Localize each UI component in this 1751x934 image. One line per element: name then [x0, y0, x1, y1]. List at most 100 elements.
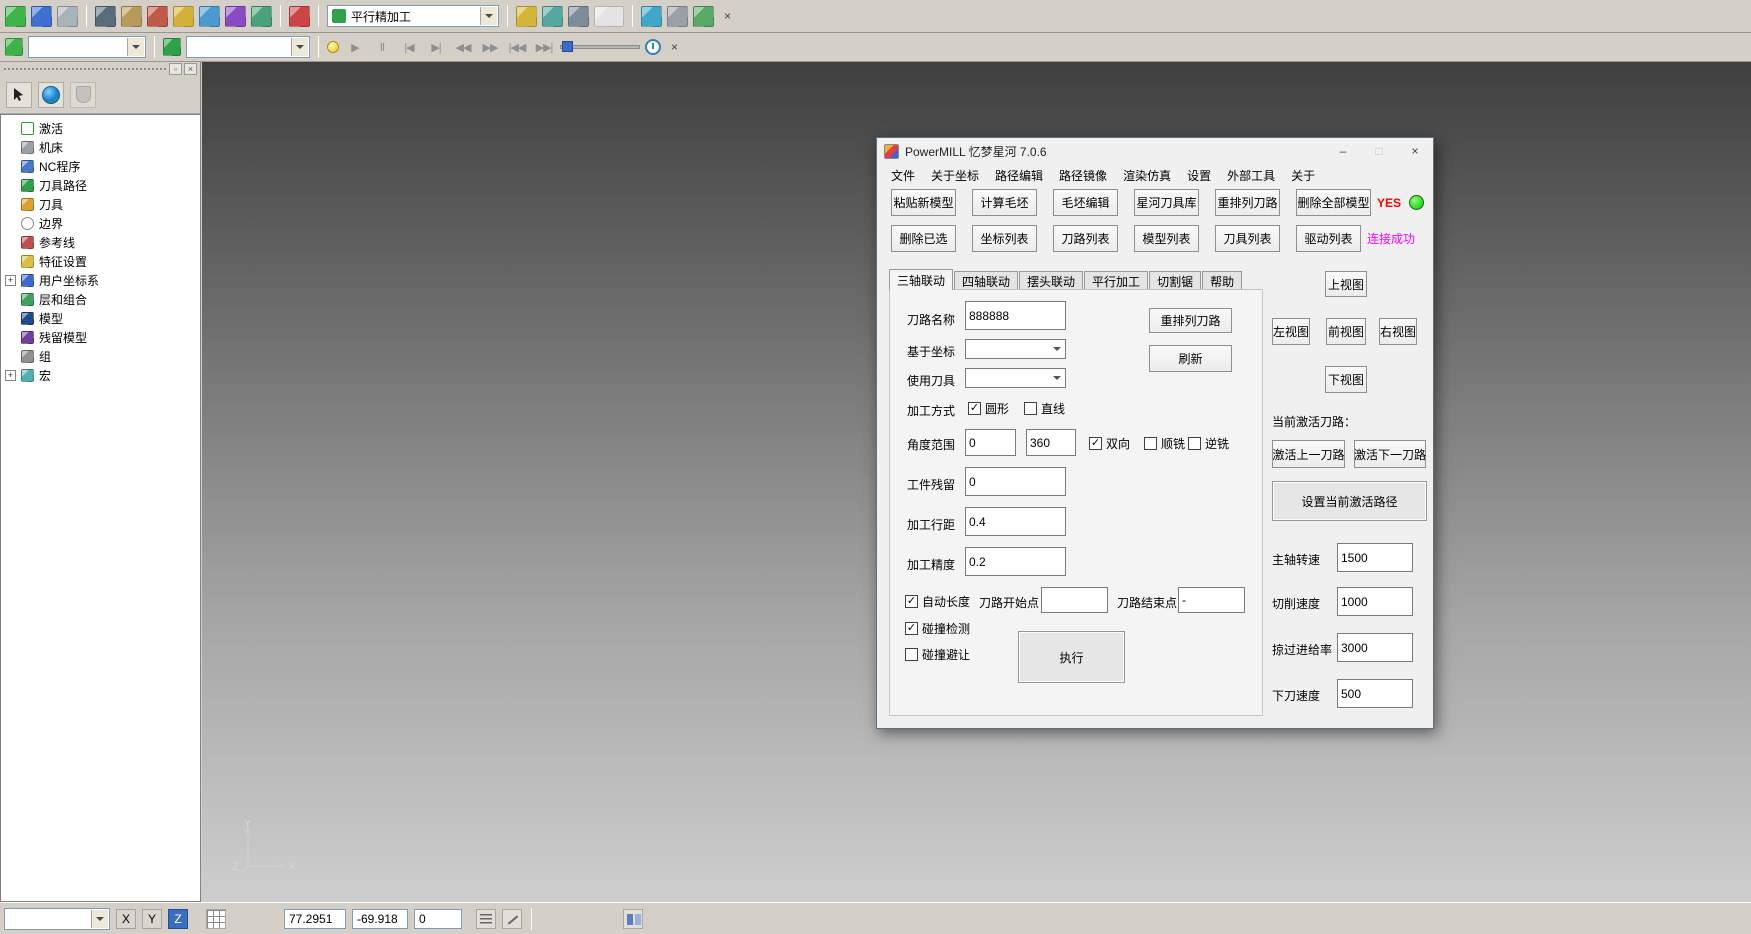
nc-program-combobox[interactable] [28, 36, 146, 58]
refresh-button[interactable]: 刷新 [1149, 345, 1232, 372]
stock-edit-button[interactable]: 毛坯编辑 [1053, 189, 1118, 216]
stats-icon[interactable] [641, 6, 662, 27]
tree-item-feature-sets[interactable]: 特征设置 [1, 252, 200, 271]
combo-arrow-icon[interactable] [480, 7, 497, 25]
stock-allowance-input[interactable] [965, 467, 1066, 496]
calculator-icon[interactable] [594, 6, 624, 27]
end-point-input[interactable] [1178, 587, 1245, 613]
execute-button[interactable]: 执行 [1018, 631, 1125, 683]
collision-avoid-checkbox[interactable]: 碰撞避让 [905, 646, 970, 663]
save-icon[interactable] [31, 6, 52, 27]
go-to-end-button[interactable]: ▶▶| [533, 37, 555, 57]
checkbox-box[interactable] [905, 595, 918, 608]
dialog-titlebar[interactable]: PowerMILL 忆梦星河 7.0.6 – □ × [877, 138, 1433, 164]
pillar-icon[interactable] [121, 6, 142, 27]
delete-all-models-button[interactable]: 删除全部模型 [1296, 189, 1371, 216]
panel-float-icon[interactable]: ▫ [169, 63, 182, 75]
tree-item-macros[interactable]: + 宏 [1, 366, 200, 385]
pencil-icon[interactable] [502, 909, 522, 929]
checkbox-box[interactable] [968, 402, 981, 415]
rewind-button[interactable]: ◀◀ [452, 37, 474, 57]
printer-icon[interactable] [57, 6, 78, 27]
tree-item-models[interactable]: 模型 [1, 309, 200, 328]
checkbox-box[interactable] [1024, 402, 1037, 415]
slider-thumb[interactable] [562, 41, 573, 52]
coordinate-y-field[interactable]: -69.918 [352, 909, 408, 929]
tab-parallel[interactable]: 平行加工 [1084, 271, 1148, 290]
tree-item-boundaries[interactable]: 边界 [1, 214, 200, 233]
menu-path-mirror[interactable]: 路径镜像 [1051, 164, 1115, 186]
step-back-button[interactable]: |◀ [398, 37, 420, 57]
line-checkbox[interactable]: 直线 [1024, 400, 1065, 417]
globe-button[interactable] [38, 82, 64, 108]
checkbox-box[interactable] [905, 648, 918, 661]
binoculars-icon[interactable] [693, 6, 714, 27]
panels-icon[interactable] [623, 909, 643, 929]
paste-new-model-button[interactable]: 粘贴新模型 [891, 189, 956, 216]
go-to-start-button[interactable]: |◀◀ [506, 37, 528, 57]
checkbox-box[interactable] [1144, 437, 1157, 450]
view-right-button[interactable]: 右视图 [1379, 318, 1417, 345]
use-tool-combobox[interactable] [965, 368, 1066, 388]
layers-edit-icon[interactable] [251, 6, 272, 27]
stepover-input[interactable] [965, 507, 1066, 536]
checkbox-box[interactable] [905, 622, 918, 635]
z-axis-button[interactable]: Z [168, 909, 188, 929]
coordinate-z-field[interactable]: 0 [414, 909, 462, 929]
tool-library-button[interactable]: 星河刀具库 [1134, 189, 1199, 216]
tree-item-workplanes[interactable]: + 用户坐标系 [1, 271, 200, 290]
maximize-button[interactable]: □ [1361, 138, 1397, 164]
minimize-button[interactable]: – [1325, 138, 1361, 164]
model-list-button[interactable]: 模型列表 [1134, 225, 1199, 252]
skim-feed-input[interactable] [1337, 633, 1413, 662]
tab-saw[interactable]: 切割锯 [1149, 271, 1201, 290]
simulation-speed-slider[interactable] [560, 39, 640, 55]
fast-forward-button[interactable]: ▶▶ [479, 37, 501, 57]
diamond-tool-icon[interactable] [225, 6, 246, 27]
pencil-icon[interactable] [173, 6, 194, 27]
climb-mill-checkbox[interactable]: 顺铣 [1144, 435, 1185, 452]
yes-toggle[interactable]: YES [1377, 196, 1401, 210]
y-axis-button[interactable]: Y [142, 909, 162, 929]
menu-coords[interactable]: 关于坐标 [923, 164, 987, 186]
tree-item-toolpaths[interactable]: 刀具路径 [1, 176, 200, 195]
rearrange-toolpaths-button-2[interactable]: 重排列刀路 [1149, 308, 1232, 333]
x-axis-button[interactable]: X [116, 909, 136, 929]
menu-render-sim[interactable]: 渲染仿真 [1115, 164, 1179, 186]
spindle-speed-input[interactable] [1337, 543, 1413, 572]
activate-next-toolpath-button[interactable]: 激活下一刀路 [1354, 440, 1426, 468]
tool-list-button[interactable]: 刀具列表 [1215, 225, 1280, 252]
tab-swivel-head[interactable]: 摆头联动 [1019, 271, 1083, 290]
coordinate-list-button[interactable]: 坐标列表 [972, 225, 1037, 252]
toolbar-close-icon[interactable]: × [719, 8, 736, 25]
tree-item-groups[interactable]: 组 [1, 347, 200, 366]
combo-arrow-icon[interactable] [291, 38, 308, 56]
axes-icon[interactable] [147, 6, 168, 27]
panel-header[interactable]: ▫ × [0, 62, 200, 76]
coordinate-x-field[interactable]: 77.2951 [284, 909, 346, 929]
play-button[interactable]: ▶ [344, 37, 366, 57]
layers-icon[interactable] [5, 38, 23, 56]
curve-icon[interactable] [199, 6, 220, 27]
menu-about[interactable]: 关于 [1283, 164, 1323, 186]
toolbar-close-icon[interactable]: × [666, 39, 683, 56]
checkbox-box[interactable] [1089, 437, 1102, 450]
lightbulb-icon[interactable] [327, 41, 339, 53]
toolpath-combobox[interactable] [186, 36, 310, 58]
panel-close-icon[interactable]: × [184, 63, 197, 75]
combo-arrow-icon[interactable] [127, 38, 144, 56]
tree-item-machine[interactable]: 机床 [1, 138, 200, 157]
tree-item-patterns[interactable]: 参考线 [1, 233, 200, 252]
view-left-button[interactable]: 左视图 [1272, 318, 1310, 345]
activate-prev-toolpath-button[interactable]: 激活上一刀路 [1272, 440, 1345, 468]
menu-settings[interactable]: 设置 [1179, 164, 1219, 186]
scissors-icon[interactable] [667, 6, 688, 27]
layers-icon[interactable] [5, 6, 26, 27]
view-front-button[interactable]: 前视图 [1326, 318, 1366, 345]
conventional-mill-checkbox[interactable]: 逆铣 [1188, 435, 1229, 452]
tab-3axis[interactable]: 三轴联动 [889, 269, 953, 290]
set-active-path-button[interactable]: 设置当前激活路径 [1272, 481, 1427, 521]
measure-icon[interactable] [542, 6, 563, 27]
yellow-tool-icon[interactable] [516, 6, 537, 27]
strategy-combobox[interactable]: 平行精加工 [327, 5, 499, 27]
